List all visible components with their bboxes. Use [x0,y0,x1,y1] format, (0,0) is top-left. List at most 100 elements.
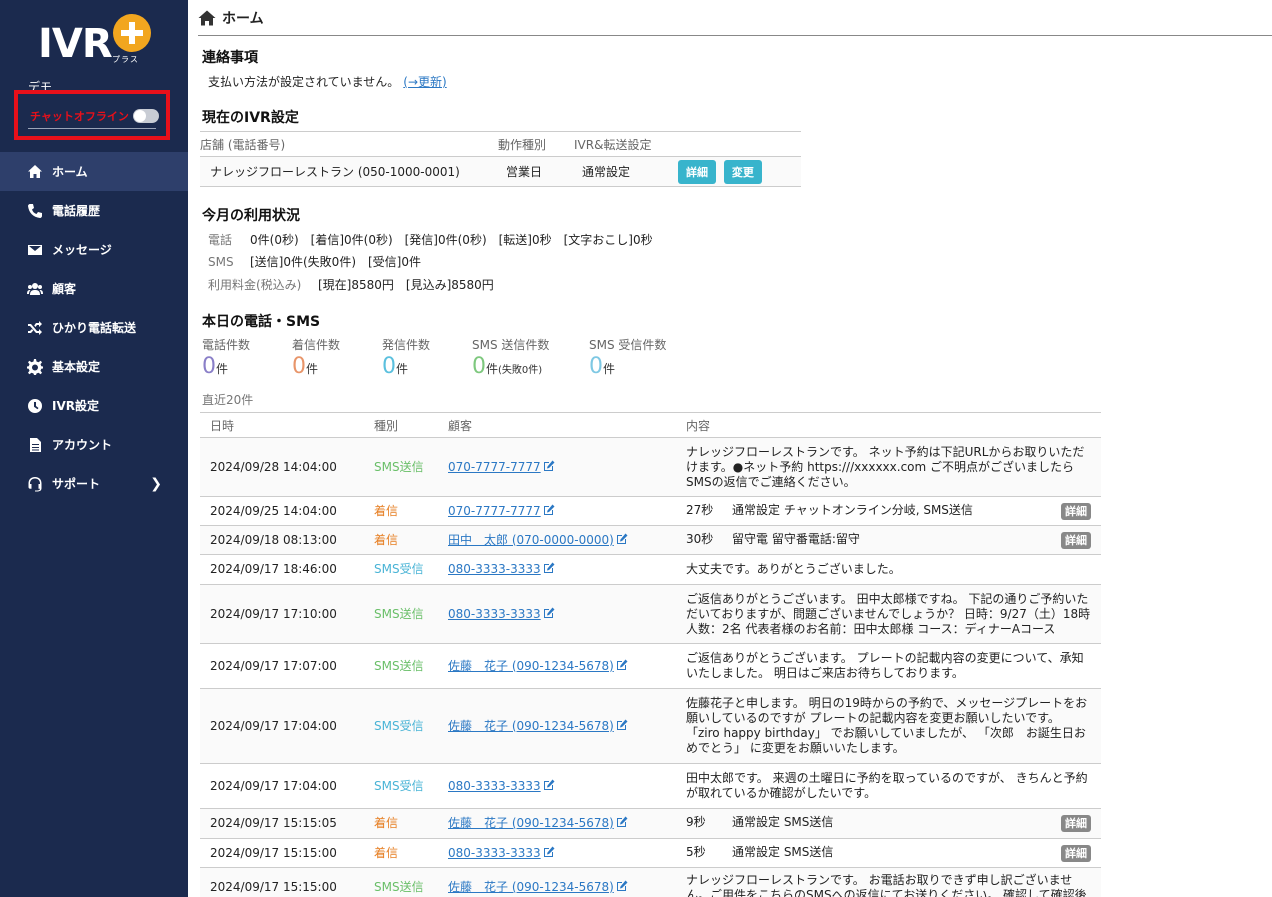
store-cell: ナレッジフローレストラン (050-1000-0001) [200,156,498,187]
sidebar-nav: ホーム 電話履歴 メッセージ 顧客 ひかり電話転送 基本設定 IVR設定 アカウ… [0,152,188,503]
usage-phone-row: 電話 0件(0秒) [着信]0件(0秒) [発信]0件(0秒) [転送]0秒 [文… [208,231,653,248]
edit-icon[interactable] [543,504,555,516]
sidebar-item-call-history[interactable]: 電話履歴 [0,191,188,230]
ivr-settings-title: 現在のIVR設定 [202,110,299,126]
stat-incoming: 着信件数 0件 [292,336,382,380]
customer-link[interactable]: 070-7777-7777 [448,460,541,474]
usage-phone-text: 0件(0秒) [着信]0件(0秒) [発信]0件(0秒) [転送]0秒 [文字お… [250,233,653,247]
sidebar-item-basic-settings[interactable]: 基本設定 [0,347,188,386]
edit-icon[interactable] [543,562,555,574]
customer-link[interactable]: 080-3333-3333 [448,779,541,793]
stat-unit: 件 [216,362,229,376]
phone-icon [26,202,44,220]
stat-label: 発信件数 [382,338,431,352]
duration: 9秒 [686,815,706,829]
customer-link[interactable]: 080-3333-3333 [448,607,541,621]
table-row: 2024/09/17 17:04:00 SMS受信 080-3333-3333 田中太… [200,763,1101,809]
content-cell: 田中太郎です。 来週の土曜日に予約を取っているのですが、 きちんと予約が取れてい… [676,763,1101,809]
customer-link[interactable]: 佐藤 花子 (090-1234-5678) [448,816,614,830]
stat-value: 0 [292,354,306,379]
detail-button[interactable]: 詳細 [1061,815,1091,832]
date-cell: 2024/09/17 17:04:00 [200,688,364,764]
customer-link[interactable]: 佐藤 花子 (090-1234-5678) [448,719,614,733]
sidebar-item-label: ホーム [52,165,88,179]
detail-button[interactable]: 詳細 [1061,531,1091,549]
customer-cell: 080-3333-3333 [438,838,676,868]
edit-icon[interactable] [543,460,555,472]
column-header: 内容 [676,412,1101,438]
chat-status-label: チャットオフライン [30,110,129,123]
type-cell: SMS受信 [364,554,438,585]
type-cell: 着信 [364,838,438,868]
type-cell: 着信 [364,808,438,839]
stat-unit: 件 [306,362,319,376]
customer-link[interactable]: 080-3333-3333 [448,562,541,576]
date-cell: 2024/09/25 14:04:00 [200,496,364,526]
setting-cell: 通常設定 [574,156,678,187]
customer-link[interactable]: 佐藤 花子 (090-1234-5678) [448,880,614,894]
edit-icon[interactable] [543,779,555,791]
sidebar-item-messages[interactable]: メッセージ [0,230,188,269]
sidebar-item-label: ひかり電話転送 [52,321,137,335]
chevron-right-icon: ❯ [150,475,162,492]
customer-link[interactable]: 080-3333-3333 [448,846,541,860]
content-cell: 27秒 通常設定 チャットオンライン分岐, SMS送信 詳細 [676,496,1101,526]
home-icon [26,163,44,181]
usage-fee-text: [現在]8580円 [見込み]8580円 [318,278,494,292]
edit-icon[interactable] [616,533,628,545]
stat-value: 0 [472,354,486,379]
customer-link[interactable]: 佐藤 花子 (090-1234-5678) [448,659,614,673]
change-button[interactable]: 変更 [723,159,762,184]
sidebar-item-home[interactable]: ホーム [0,152,188,191]
sidebar-item-customers[interactable]: 顧客 [0,269,188,308]
stat-sms-sent: SMS 送信件数 0件(失敗0件) [472,336,589,380]
sidebar-item-support[interactable]: サポート ❯ [0,464,188,503]
edit-icon[interactable] [543,607,555,619]
customer-cell: 070-7777-7777 [438,437,676,497]
chat-toggle[interactable] [132,109,159,123]
edit-icon[interactable] [616,880,628,892]
table-row: 2024/09/17 17:04:00 SMS受信 佐藤 花子 (090-1234-… [200,688,1101,764]
column-header: 店舗 (電話番号) [200,131,498,157]
customer-cell: 080-3333-3333 [438,763,676,809]
sidebar-item-hikari-transfer[interactable]: ひかり電話転送 [0,308,188,347]
date-cell: 2024/09/18 08:13:00 [200,525,364,555]
table-row: 2024/09/17 17:10:00 SMS送信 080-3333-3333 ご返信… [200,584,1101,644]
edit-icon[interactable] [543,846,555,858]
type-cell: SMS送信 [364,584,438,644]
stat-unit: 件 [396,362,409,376]
sidebar-item-account[interactable]: アカウント [0,425,188,464]
duration: 5秒 [686,844,706,859]
stat-label: 着信件数 [292,338,341,352]
stat-value: 0 [589,354,603,379]
customer-link[interactable]: 田中 太郎 (070-0000-0000) [448,533,614,547]
detail-button[interactable]: 詳細 [678,159,716,184]
customer-link[interactable]: 070-7777-7777 [448,504,541,518]
customer-cell: 佐藤 花子 (090-1234-5678) [438,808,676,839]
customer-cell: 田中 太郎 (070-0000-0000) [438,525,676,555]
detail-button[interactable]: 詳細 [1061,502,1091,520]
date-cell: 2024/09/17 15:15:05 [200,808,364,839]
sidebar-item-label: アカウント [52,438,113,452]
notice: 支払い方法が設定されていません。 (→更新) [208,73,447,90]
table-row: 2024/09/25 14:04:00 着信 070-7777-7777 27秒 通常設… [200,496,1101,526]
usage-title: 今月の利用状況 [202,208,300,224]
edit-icon[interactable] [616,816,628,828]
edit-icon[interactable] [616,719,628,731]
column-header: IVR&転送設定 [574,131,678,157]
table-row: 2024/09/17 15:15:05 着信 佐藤 花子 (090-1234-567… [200,808,1101,839]
date-cell: 2024/09/17 17:07:00 [200,643,364,689]
detail-button[interactable]: 詳細 [1061,844,1091,862]
home-icon [198,10,216,25]
sidebar-item-ivr-settings[interactable]: IVR設定 [0,386,188,425]
update-payment-link[interactable]: (→更新) [403,75,446,89]
content-text: ナレッジフローレストランです。 お電話お取りできず申し訳ございません。ご用件をこ… [686,872,1087,897]
customer-cell: 佐藤 花子 (090-1234-5678) [438,643,676,689]
usage-sms-label: SMS [208,255,234,269]
envelope-icon [26,241,44,259]
content-text: 田中太郎です。 来週の土曜日に予約を取っているのですが、 きちんと予約が取れてい… [686,771,1088,800]
gear-icon [26,358,44,376]
edit-icon[interactable] [616,659,628,671]
type-cell: 着信 [364,525,438,555]
logo[interactable]: IVR プラス [38,14,158,70]
